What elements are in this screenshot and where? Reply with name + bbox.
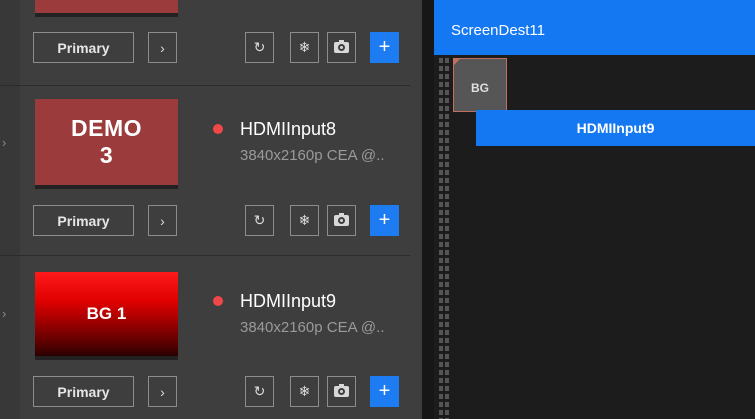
input-name: HDMIInput8: [240, 119, 337, 139]
refresh-button[interactable]: ↻: [245, 32, 274, 63]
background-layer[interactable]: BG: [453, 58, 507, 112]
input-resolution: 3840x2160p CEA @..: [240, 147, 385, 164]
background-layer-label: BG: [471, 81, 489, 95]
chevron-right-button[interactable]: ›: [148, 376, 177, 407]
chevron-right-icon: ›: [160, 383, 165, 400]
primary-button[interactable]: Primary: [33, 32, 134, 63]
screen-destination-header[interactable]: ScreenDest11: [434, 0, 755, 55]
input-name: HDMIInput9: [240, 291, 337, 311]
layer-ruler: [439, 58, 449, 419]
camera-icon: [334, 384, 349, 397]
add-to-screen-button[interactable]: +: [370, 376, 399, 407]
refresh-button[interactable]: ↻: [245, 205, 274, 236]
plus-icon: +: [378, 36, 391, 58]
thumbnail-text: DEMO 3: [71, 115, 142, 169]
input-list-panel: Primary › ↻ ❄ + › DEMO 3 HDMIInput8 3840…: [0, 0, 422, 419]
add-to-screen-button[interactable]: +: [370, 205, 399, 236]
snowflake-icon: ❄: [298, 212, 311, 228]
input-card: › BG 1 HDMIInput9 3840x2160p CEA @.. Pri…: [0, 256, 410, 419]
refresh-button[interactable]: ↻: [245, 376, 274, 407]
input-resolution: 3840x2160p CEA @..: [240, 319, 385, 336]
refresh-icon: ↻: [253, 383, 266, 399]
layer-corner-marker: [454, 59, 460, 65]
screen-destination-panel: ScreenDest11 BG HDMIInput9: [434, 0, 755, 419]
freeze-button[interactable]: ❄: [290, 32, 319, 63]
snapshot-button[interactable]: [327, 32, 356, 63]
chevron-right-icon: ›: [160, 39, 165, 56]
panel-divider[interactable]: [422, 0, 434, 419]
plus-icon: +: [378, 380, 391, 402]
snapshot-button[interactable]: [327, 205, 356, 236]
input-thumbnail[interactable]: DEMO 3: [35, 99, 178, 189]
chevron-right-button[interactable]: ›: [148, 32, 177, 63]
camera-icon: [334, 213, 349, 226]
snapshot-button[interactable]: [327, 376, 356, 407]
chevron-right-button[interactable]: ›: [148, 205, 177, 236]
refresh-icon: ↻: [253, 212, 266, 228]
primary-button[interactable]: Primary: [33, 376, 134, 407]
status-indicator: [213, 296, 223, 306]
expand-chevron-icon[interactable]: ›: [2, 135, 6, 150]
snowflake-icon: ❄: [298, 39, 311, 55]
refresh-icon: ↻: [253, 39, 266, 55]
primary-button[interactable]: Primary: [33, 205, 134, 236]
input-card: Primary › ↻ ❄ +: [0, 0, 410, 86]
chevron-right-icon: ›: [160, 212, 165, 229]
camera-icon: [334, 40, 349, 53]
thumbnail-line1: DEMO: [71, 115, 142, 141]
input-thumbnail[interactable]: BG 1: [35, 272, 178, 360]
thumbnail-line2: 3: [99, 142, 114, 168]
plus-icon: +: [378, 209, 391, 231]
freeze-button[interactable]: ❄: [290, 205, 319, 236]
expand-chevron-icon[interactable]: ›: [2, 306, 6, 321]
add-to-screen-button[interactable]: +: [370, 32, 399, 63]
freeze-button[interactable]: ❄: [290, 376, 319, 407]
input-thumbnail[interactable]: [35, 0, 178, 17]
snowflake-icon: ❄: [298, 383, 311, 399]
layer-hdmiinput9[interactable]: HDMIInput9: [476, 110, 755, 146]
input-card: › DEMO 3 HDMIInput8 3840x2160p CEA @.. P…: [0, 85, 410, 256]
status-indicator: [213, 124, 223, 134]
